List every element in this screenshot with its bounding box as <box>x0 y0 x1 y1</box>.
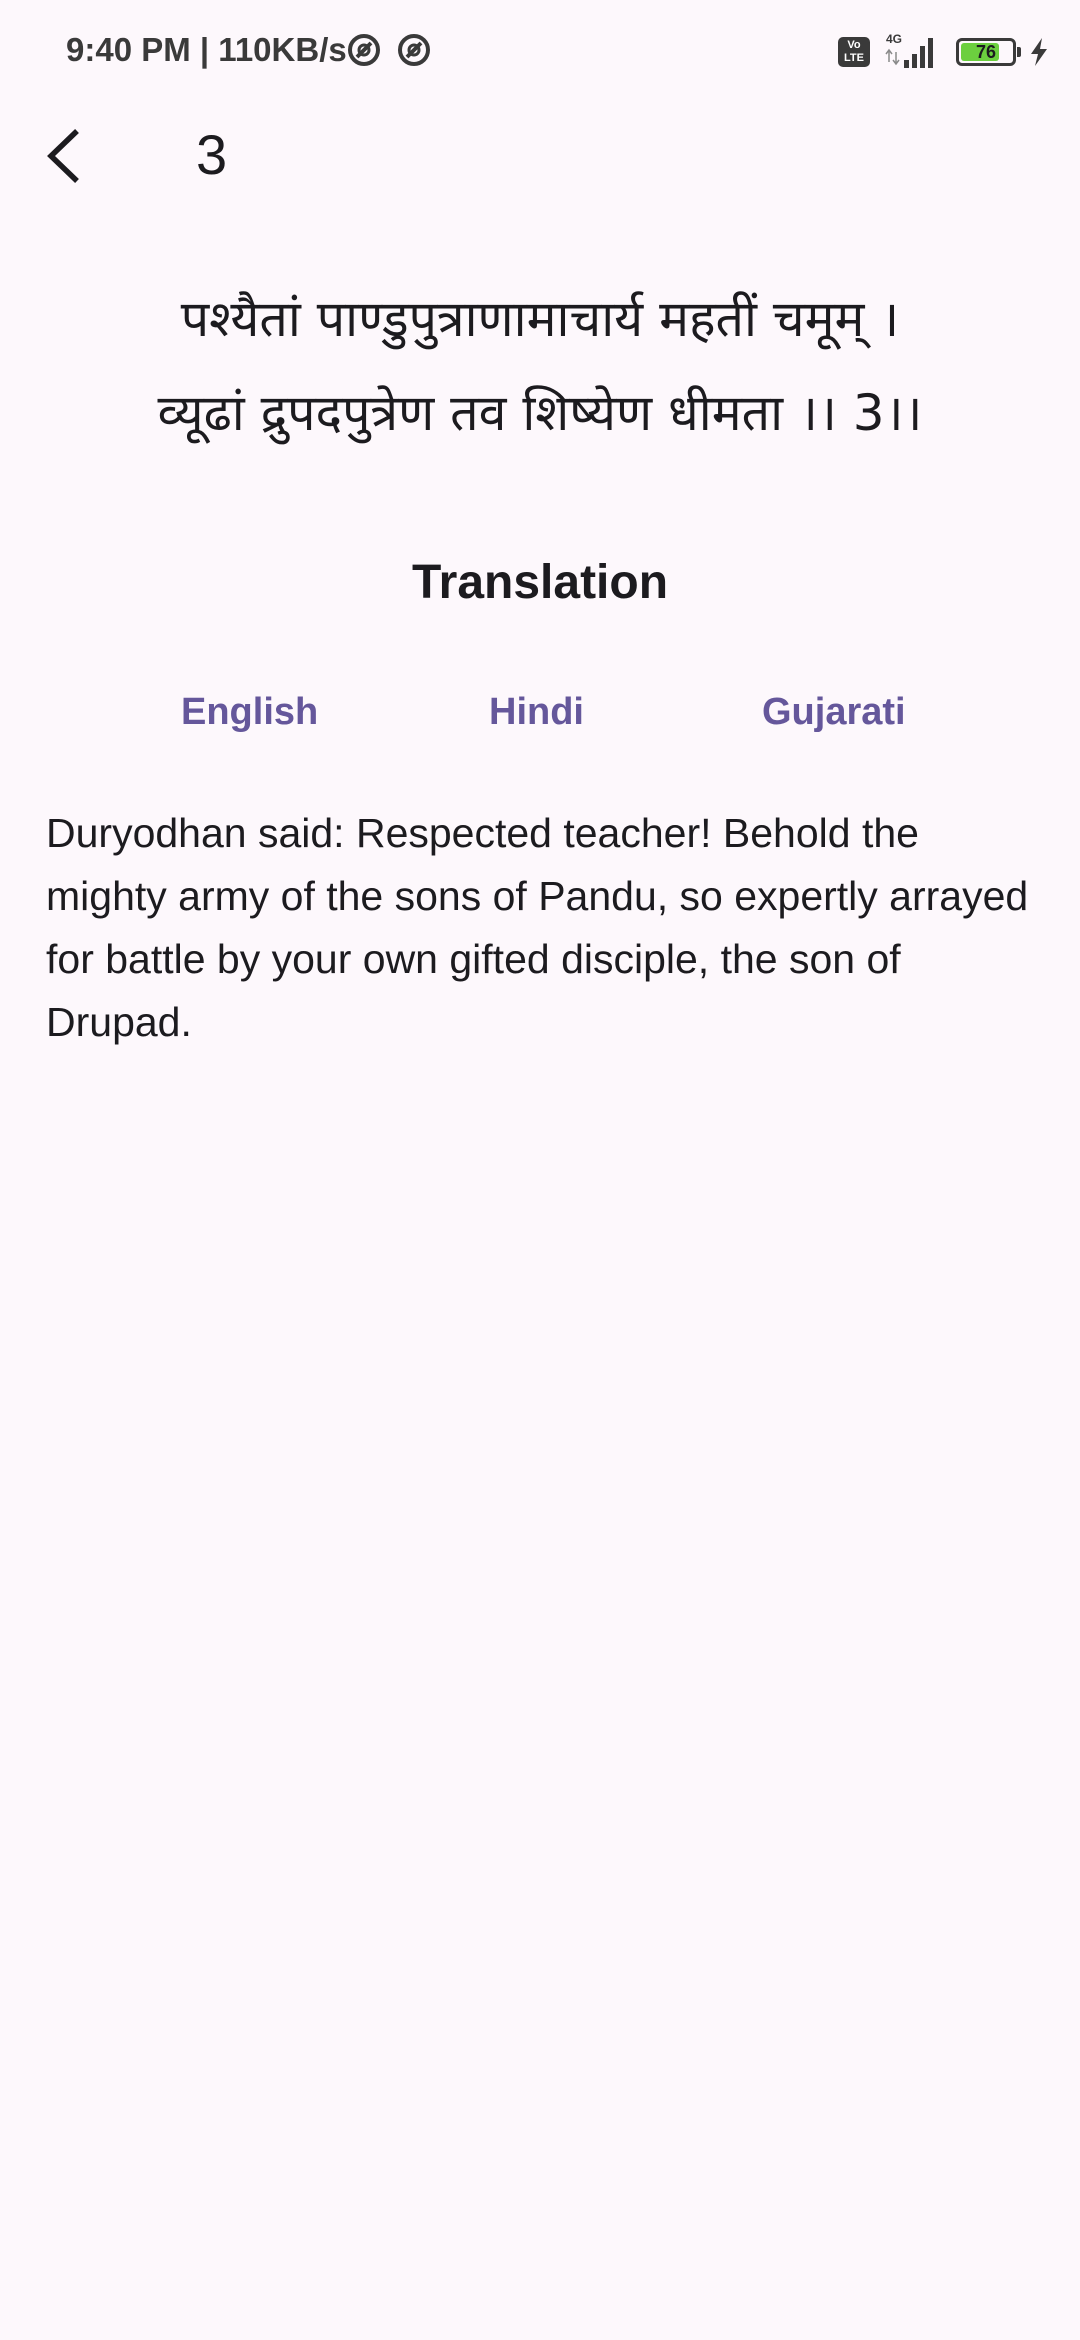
system-icons: Vo LTE 4G 76 <box>838 30 1050 74</box>
verse-line-1: पश्यैतां पाण्डुपुत्राणामाचार्य महतीं चमू… <box>180 290 900 348</box>
signal-icon: 4G <box>885 32 933 68</box>
network-type-label: 4G <box>886 32 902 46</box>
chevron-left-icon <box>47 129 79 183</box>
verse-line-2: व्यूढां द्रुपदपुत्रेण तव शिष्येण धीमता ।… <box>157 384 923 442</box>
back-button[interactable] <box>24 116 104 196</box>
battery-level: 76 <box>975 42 997 62</box>
volte-icon: Vo LTE <box>838 37 870 67</box>
tab-hindi[interactable]: Hindi <box>489 680 584 744</box>
status-time: 9:40 PM | 110KB/s <box>66 31 347 68</box>
status-bar: 9:40 PM | 110KB/s Vo LTE 4G 76 <box>0 0 1080 100</box>
translation-text: Duryodhan said: Respected teacher! Behol… <box>46 810 1029 1045</box>
charging-icon <box>1031 38 1047 66</box>
tab-english[interactable]: English <box>181 680 318 744</box>
tab-gujarati[interactable]: Gujarati <box>762 680 906 744</box>
battery-icon: 76 <box>956 38 1021 66</box>
data-saver-icon-2 <box>398 34 430 66</box>
app-bar: 3 <box>0 100 1080 212</box>
data-saver-icon <box>348 34 380 66</box>
translation-heading: Translation <box>411 556 669 609</box>
verse-number-title: 3 <box>196 123 228 186</box>
language-tabs: English Hindi Gujarati <box>0 680 1080 744</box>
notification-icons <box>346 32 432 68</box>
sanskrit-verse: पश्यैतां पाण्डुपुत्राणामाचार्य महतीं चमू… <box>30 272 1050 460</box>
battery-nub <box>1017 47 1021 57</box>
